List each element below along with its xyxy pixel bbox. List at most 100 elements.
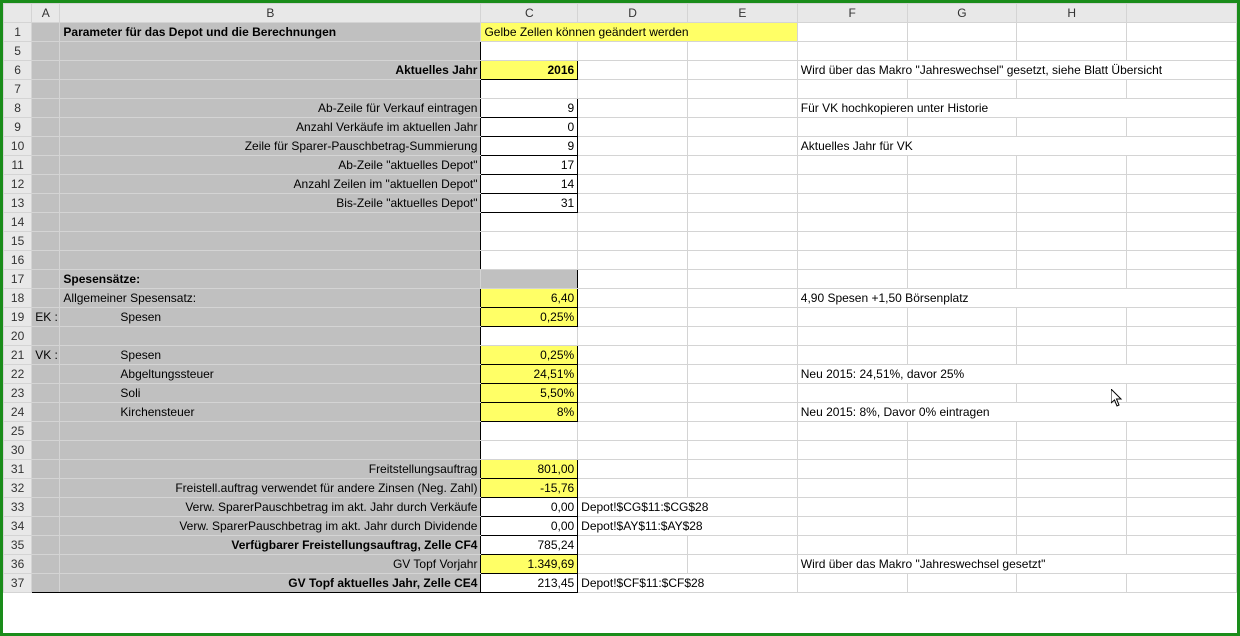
cell[interactable] bbox=[1017, 23, 1127, 42]
cell[interactable] bbox=[1127, 384, 1237, 403]
cell-C24[interactable]: 8% bbox=[481, 403, 578, 422]
row-32[interactable]: 32 Freistell.auftrag verwendet für ander… bbox=[4, 479, 1237, 498]
cell[interactable] bbox=[1017, 346, 1127, 365]
cell[interactable] bbox=[797, 441, 907, 460]
cell-B37[interactable]: GV Topf aktuelles Jahr, Zelle CE4 bbox=[60, 574, 481, 593]
cell-D37[interactable]: Depot!$CF$11:$CF$28 bbox=[578, 574, 798, 593]
cell[interactable] bbox=[578, 327, 688, 346]
cell[interactable] bbox=[32, 137, 60, 156]
cell[interactable] bbox=[687, 194, 797, 213]
cell-B11[interactable]: Ab-Zeile "aktuelles Depot" bbox=[60, 156, 481, 175]
cell[interactable] bbox=[797, 517, 907, 536]
cell-B17[interactable]: Spesensätze: bbox=[60, 270, 481, 289]
cell[interactable] bbox=[578, 403, 688, 422]
cell[interactable] bbox=[1017, 498, 1127, 517]
cell[interactable] bbox=[1127, 460, 1237, 479]
cell[interactable] bbox=[687, 441, 797, 460]
row-37[interactable]: 37 GV Topf aktuelles Jahr, Zelle CE4 213… bbox=[4, 574, 1237, 593]
row-20[interactable]: 20 bbox=[4, 327, 1237, 346]
cell[interactable] bbox=[32, 536, 60, 555]
cell[interactable] bbox=[578, 213, 688, 232]
cell-B18[interactable]: Allgemeiner Spesensatz: bbox=[60, 289, 481, 308]
cell[interactable] bbox=[32, 555, 60, 574]
cell[interactable] bbox=[578, 251, 688, 270]
cell[interactable] bbox=[1017, 517, 1127, 536]
cell[interactable] bbox=[1127, 498, 1237, 517]
cell[interactable] bbox=[687, 137, 797, 156]
cell-C37[interactable]: 213,45 bbox=[481, 574, 578, 593]
cell-B34[interactable]: Verw. SparerPauschbetrag im akt. Jahr du… bbox=[60, 517, 481, 536]
row-22[interactable]: 22 Abgeltungssteuer 24,51% Neu 2015: 24,… bbox=[4, 365, 1237, 384]
cell-B35[interactable]: Verfügbarer Freistellungsauftrag, Zelle … bbox=[60, 536, 481, 555]
cell-F24[interactable]: Neu 2015: 8%, Davor 0% eintragen bbox=[797, 403, 1236, 422]
row-23[interactable]: 23 Soli 5,50% bbox=[4, 384, 1237, 403]
cell[interactable] bbox=[1127, 42, 1237, 61]
cell[interactable] bbox=[1127, 270, 1237, 289]
row-19[interactable]: 19 EK : Spesen 0,25% bbox=[4, 308, 1237, 327]
cell[interactable] bbox=[797, 270, 907, 289]
cell[interactable] bbox=[687, 289, 797, 308]
cell[interactable] bbox=[60, 42, 481, 61]
cell[interactable] bbox=[687, 555, 797, 574]
cell[interactable] bbox=[1127, 251, 1237, 270]
cell[interactable] bbox=[32, 441, 60, 460]
cell[interactable] bbox=[578, 137, 688, 156]
row-header[interactable]: 16 bbox=[4, 251, 32, 270]
cell[interactable] bbox=[797, 194, 907, 213]
cell[interactable] bbox=[687, 156, 797, 175]
cell[interactable] bbox=[60, 213, 481, 232]
cell[interactable] bbox=[32, 61, 60, 80]
cell[interactable] bbox=[907, 460, 1017, 479]
cell[interactable] bbox=[907, 384, 1017, 403]
cell[interactable] bbox=[797, 251, 907, 270]
cell[interactable] bbox=[687, 270, 797, 289]
cell[interactable] bbox=[1017, 175, 1127, 194]
col-header-D[interactable]: D bbox=[578, 4, 688, 23]
cell[interactable] bbox=[797, 23, 907, 42]
cell[interactable] bbox=[797, 213, 907, 232]
row-header[interactable]: 9 bbox=[4, 118, 32, 137]
cell[interactable] bbox=[481, 441, 578, 460]
cell[interactable] bbox=[797, 80, 907, 99]
cell[interactable] bbox=[60, 327, 481, 346]
cell-C21[interactable]: 0,25% bbox=[481, 346, 578, 365]
cell[interactable] bbox=[32, 251, 60, 270]
row-header[interactable]: 13 bbox=[4, 194, 32, 213]
cell[interactable] bbox=[687, 232, 797, 251]
cell[interactable] bbox=[1017, 156, 1127, 175]
cell-B12[interactable]: Anzahl Zeilen im "aktuellen Depot" bbox=[60, 175, 481, 194]
cell[interactable] bbox=[1127, 308, 1237, 327]
cell[interactable] bbox=[797, 156, 907, 175]
row-30[interactable]: 30 bbox=[4, 441, 1237, 460]
cell[interactable] bbox=[481, 327, 578, 346]
cell[interactable] bbox=[687, 61, 797, 80]
row-24[interactable]: 24 Kirchensteuer 8% Neu 2015: 8%, Davor … bbox=[4, 403, 1237, 422]
cell[interactable] bbox=[907, 327, 1017, 346]
cell[interactable] bbox=[1127, 536, 1237, 555]
cell[interactable] bbox=[60, 251, 481, 270]
row-7[interactable]: 7 bbox=[4, 80, 1237, 99]
cell[interactable] bbox=[578, 42, 688, 61]
col-header-C[interactable]: C bbox=[481, 4, 578, 23]
cell-F10[interactable]: Aktuelles Jahr für VK bbox=[797, 137, 1236, 156]
cell-A21[interactable]: VK : bbox=[32, 346, 60, 365]
row-11[interactable]: 11 Ab-Zeile "aktuelles Depot" 17 bbox=[4, 156, 1237, 175]
cell-B13[interactable]: Bis-Zeile "aktuelles Depot" bbox=[60, 194, 481, 213]
cell[interactable] bbox=[907, 536, 1017, 555]
cell-C31[interactable]: 801,00 bbox=[481, 460, 578, 479]
row-6[interactable]: 6 Aktuelles Jahr 2016 Wird über das Makr… bbox=[4, 61, 1237, 80]
cell[interactable] bbox=[687, 365, 797, 384]
row-header[interactable]: 10 bbox=[4, 137, 32, 156]
cell[interactable] bbox=[481, 232, 578, 251]
cell[interactable] bbox=[907, 270, 1017, 289]
cell[interactable] bbox=[907, 156, 1017, 175]
cell[interactable] bbox=[1127, 441, 1237, 460]
row-header[interactable]: 8 bbox=[4, 99, 32, 118]
cell[interactable] bbox=[32, 517, 60, 536]
cell[interactable] bbox=[687, 479, 797, 498]
row-header[interactable]: 25 bbox=[4, 422, 32, 441]
cell-C36[interactable]: 1.349,69 bbox=[481, 555, 578, 574]
cell-C12[interactable]: 14 bbox=[481, 175, 578, 194]
cell[interactable] bbox=[32, 23, 60, 42]
cell-B33[interactable]: Verw. SparerPauschbetrag im akt. Jahr du… bbox=[60, 498, 481, 517]
